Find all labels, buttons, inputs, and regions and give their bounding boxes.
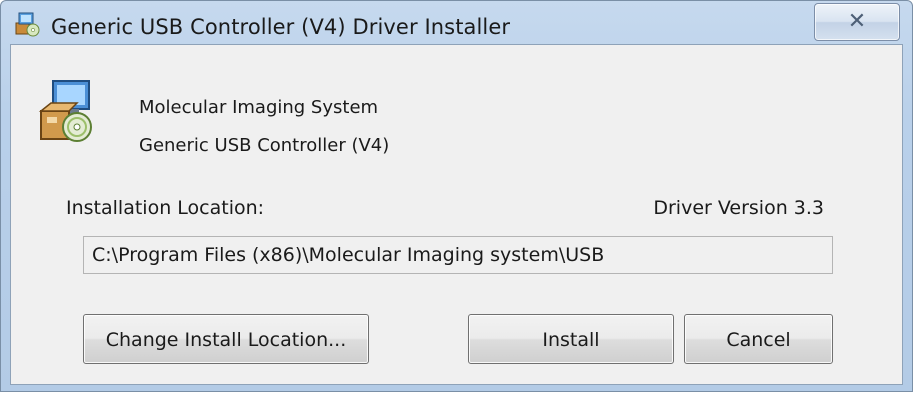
installation-location-label: Installation Location: (66, 197, 265, 219)
component-name: Generic USB Controller (V4) (139, 135, 390, 156)
close-button[interactable]: ✕ (814, 3, 900, 41)
installer-window: Generic USB Controller (V4) Driver Insta… (0, 0, 913, 392)
cancel-button[interactable]: Cancel (684, 314, 833, 364)
change-install-location-button[interactable]: Change Install Location... (83, 314, 369, 364)
close-icon: ✕ (847, 9, 867, 34)
install-button[interactable]: Install (468, 314, 674, 364)
window-title: Generic USB Controller (V4) Driver Insta… (51, 15, 511, 39)
setup-box-cd-icon (37, 77, 97, 145)
title-bar[interactable]: Generic USB Controller (V4) Driver Insta… (1, 1, 912, 43)
install-path-field[interactable]: C:\Program Files (x86)\Molecular Imaging… (83, 236, 833, 274)
product-name: Molecular Imaging System (139, 97, 379, 118)
dialog-body: Molecular Imaging System Generic USB Con… (10, 44, 903, 385)
driver-version-label: Driver Version 3.3 (653, 197, 824, 219)
installer-icon (13, 11, 41, 37)
